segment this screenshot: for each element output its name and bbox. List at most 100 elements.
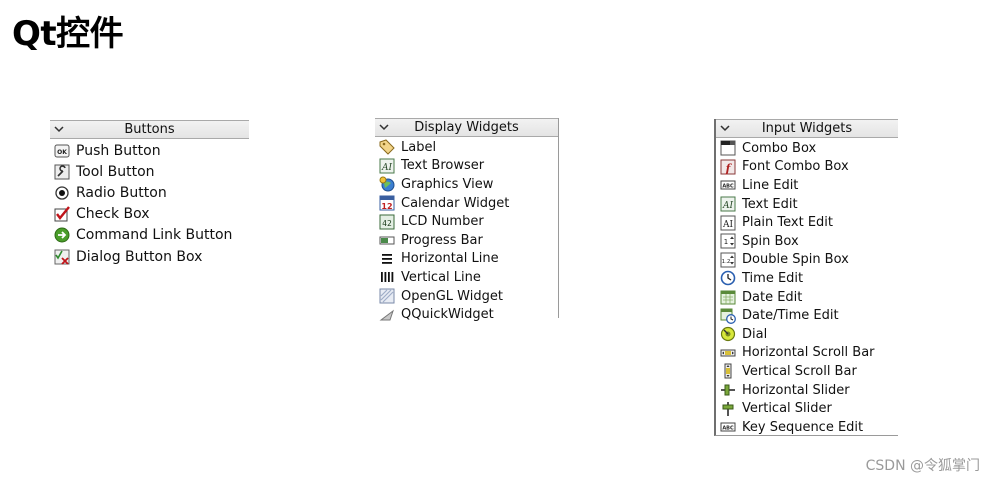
display-widgets-panel: Display Widgets Label AI Text Browser Gr… xyxy=(375,118,559,322)
widget-item-horizontal-line[interactable]: Horizontal Line xyxy=(375,250,558,269)
dialog-button-box-icon xyxy=(54,249,70,265)
svg-text:42: 42 xyxy=(382,219,392,228)
widget-item-label: Push Button xyxy=(76,142,161,159)
widget-item-text: LCD Number xyxy=(401,214,484,230)
widget-item-text: Font Combo Box xyxy=(742,159,849,175)
widget-item-text: Combo Box xyxy=(742,140,817,156)
widget-item-plain-text-edit[interactable]: AI Plain Text Edit xyxy=(716,213,898,232)
widget-item-command-link-button[interactable]: Command Link Button xyxy=(50,225,249,246)
widget-item-dial[interactable]: Dial xyxy=(716,325,898,344)
svg-text:1: 1 xyxy=(724,238,728,246)
combo-box-icon xyxy=(720,140,736,156)
clock-icon xyxy=(720,270,736,286)
widget-item-line-edit[interactable]: ABC Line Edit xyxy=(716,176,898,195)
widget-item-vertical-line[interactable]: Vertical Line xyxy=(375,268,558,287)
chevron-down-icon[interactable] xyxy=(53,121,65,138)
label-tag-icon xyxy=(379,139,395,156)
widget-item-text: Date/Time Edit xyxy=(742,308,839,324)
widget-item-text: Spin Box xyxy=(742,233,799,249)
chevron-down-icon[interactable] xyxy=(719,120,731,137)
widget-item-check-box[interactable]: Check Box xyxy=(50,204,249,225)
widget-item-label: Dialog Button Box xyxy=(76,248,203,265)
buttons-panel: Buttons OK Push Button Tool Button Radio… xyxy=(50,120,249,268)
qquickwidget-icon xyxy=(379,307,395,323)
widget-item-text: Text Edit xyxy=(742,196,798,212)
input-widgets-panel-title: Input Widgets xyxy=(761,121,853,136)
dial-icon xyxy=(720,326,736,342)
widget-item-text: Dial xyxy=(742,326,768,342)
graphics-view-icon xyxy=(379,176,395,192)
widget-item-opengl-widget[interactable]: OpenGL Widget xyxy=(375,287,558,306)
watermark: CSDN @令狐掌门 xyxy=(865,458,980,474)
widget-item-horizontal-scroll-bar[interactable]: Horizontal Scroll Bar xyxy=(716,344,898,363)
horizontal-scroll-bar-icon xyxy=(720,345,736,361)
widget-item-lcd-number[interactable]: 42 LCD Number xyxy=(375,212,558,231)
svg-text:ABC: ABC xyxy=(722,184,734,190)
svg-text:1.2: 1.2 xyxy=(722,259,731,265)
widget-item-spin-box[interactable]: 1 Spin Box xyxy=(716,232,898,251)
command-link-button-icon xyxy=(54,227,70,243)
text-edit-icon: AI xyxy=(720,196,736,212)
display-widgets-panel-header[interactable]: Display Widgets xyxy=(375,118,558,137)
widget-item-combo-box[interactable]: Combo Box xyxy=(716,139,898,158)
widget-item-text: Plain Text Edit xyxy=(742,215,833,231)
input-widgets-panel-header[interactable]: Input Widgets xyxy=(716,119,898,138)
widget-item-text: Horizontal Scroll Bar xyxy=(742,345,875,361)
svg-text:ABC: ABC xyxy=(722,426,734,432)
widget-item-text: Vertical Scroll Bar xyxy=(742,363,857,379)
widget-item-text-browser[interactable]: AI Text Browser xyxy=(375,157,558,176)
widget-item-graphics-view[interactable]: Graphics View xyxy=(375,175,558,194)
widget-item-text: Text Browser xyxy=(401,158,485,174)
progress-bar-icon xyxy=(379,232,395,248)
widget-item-calendar-widget[interactable]: 12 Calendar Widget xyxy=(375,194,558,213)
svg-text:OK: OK xyxy=(57,149,67,156)
widget-item-date-time-edit[interactable]: Date/Time Edit xyxy=(716,306,898,325)
double-spin-box-icon: 1.2 xyxy=(720,252,736,268)
widget-item-date-edit[interactable]: Date Edit xyxy=(716,288,898,307)
widget-item-text: Progress Bar xyxy=(401,232,483,248)
widget-item-progress-bar[interactable]: Progress Bar xyxy=(375,231,558,250)
widget-item-time-edit[interactable]: Time Edit xyxy=(716,269,898,288)
push-button-icon: OK xyxy=(54,143,70,159)
widget-item-label: Command Link Button xyxy=(76,227,233,244)
svg-text:AI: AI xyxy=(722,220,733,230)
widget-item-text: Label xyxy=(401,139,437,155)
horizontal-line-icon xyxy=(379,251,395,267)
vertical-scroll-bar-icon xyxy=(720,363,736,379)
widget-item-tool-button[interactable]: Tool Button xyxy=(50,161,249,182)
widget-item-text: Vertical Slider xyxy=(742,401,832,417)
widget-item-key-sequence-edit[interactable]: ABC Key Sequence Edit xyxy=(716,418,898,437)
text-browser-icon: AI xyxy=(379,158,395,174)
widget-item-text: Horizontal Line xyxy=(401,251,499,267)
tool-button-icon xyxy=(54,164,70,180)
widget-item-radio-button[interactable]: Radio Button xyxy=(50,182,249,203)
widget-item-text: Line Edit xyxy=(742,177,799,193)
widget-item-horizontal-slider[interactable]: Horizontal Slider xyxy=(716,381,898,400)
widget-item-dialog-button-box[interactable]: Dialog Button Box xyxy=(50,246,249,267)
widget-item-text: Double Spin Box xyxy=(742,252,849,268)
spin-box-icon: 1 xyxy=(720,233,736,249)
widget-item-font-combo-box[interactable]: f Font Combo Box xyxy=(716,158,898,177)
widget-item-vertical-scroll-bar[interactable]: Vertical Scroll Bar xyxy=(716,362,898,381)
lcd-number-icon: 42 xyxy=(379,214,395,230)
check-box-icon xyxy=(54,206,70,222)
widget-item-double-spin-box[interactable]: 1.2 Double Spin Box xyxy=(716,251,898,270)
date-time-edit-icon xyxy=(720,308,736,324)
radio-button-icon xyxy=(54,185,70,201)
widget-item-text: Graphics View xyxy=(401,176,494,192)
key-sequence-edit-icon: ABC xyxy=(720,419,736,435)
svg-text:12: 12 xyxy=(381,202,392,211)
plain-text-edit-icon: AI xyxy=(720,215,736,231)
widget-item-qquickwidget[interactable]: QQuickWidget xyxy=(375,305,558,324)
widget-item-text: Time Edit xyxy=(742,270,804,286)
buttons-panel-header[interactable]: Buttons xyxy=(50,120,249,139)
widget-item-push-button[interactable]: OK Push Button xyxy=(50,140,249,161)
widget-item-label: Radio Button xyxy=(76,184,167,201)
widget-item-text-edit[interactable]: AI Text Edit xyxy=(716,195,898,214)
widget-item-label[interactable]: Label xyxy=(375,138,558,157)
widget-item-text: QQuickWidget xyxy=(401,307,494,323)
buttons-panel-title: Buttons xyxy=(124,122,175,137)
chevron-down-icon[interactable] xyxy=(378,119,390,136)
line-edit-icon: ABC xyxy=(720,177,736,193)
widget-item-vertical-slider[interactable]: Vertical Slider xyxy=(716,399,898,418)
